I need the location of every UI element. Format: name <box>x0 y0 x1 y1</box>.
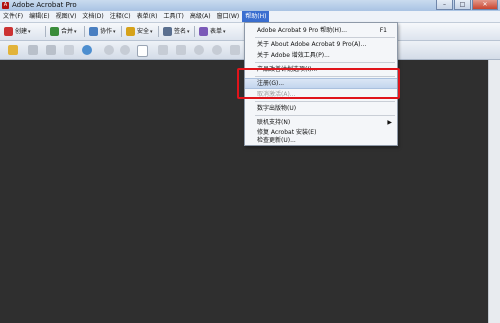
vertical-scrollbar[interactable] <box>488 60 500 323</box>
menu-item-label: 关于 Adobe 增效工具(P)... <box>257 52 330 59</box>
create-pdf-icon <box>4 27 13 36</box>
minimize-button[interactable]: – <box>436 0 453 10</box>
dropdown-arrow-icon: ▾ <box>223 28 226 35</box>
toolbar-divider <box>121 26 122 37</box>
menu-advanced[interactable]: 高级(A) <box>187 11 214 22</box>
email-icon[interactable] <box>64 45 74 55</box>
zoom-out-icon[interactable] <box>194 45 204 55</box>
shortcut-label: F1 <box>379 27 387 34</box>
menu-view[interactable]: 视图(V) <box>53 11 80 22</box>
toolbar-divider <box>84 26 85 37</box>
form-icon <box>199 27 208 36</box>
forms-button[interactable]: 表单 ▾ <box>199 26 226 37</box>
menu-item-acrobat-help[interactable]: Adobe Acrobat 9 Pro 帮助(H)... F1 <box>245 25 397 36</box>
menu-file[interactable]: 文件(F) <box>0 11 26 22</box>
dropdown-arrow-icon: ▾ <box>150 28 153 35</box>
window-title: Adobe Acrobat Pro <box>12 1 77 9</box>
zoom-in-icon[interactable] <box>212 45 222 55</box>
secure-label: 安全 <box>137 28 150 35</box>
close-button[interactable]: ✕ <box>472 0 498 10</box>
create-label: 创建 <box>15 28 28 35</box>
forms-label: 表单 <box>210 28 223 35</box>
menu-item-label: 数字出版物(U) <box>257 105 297 112</box>
collaborate-label: 协作 <box>100 28 113 35</box>
menu-item-label: 检查更新(U)... <box>257 137 296 144</box>
collaborate-icon <box>89 27 98 36</box>
print-icon[interactable] <box>28 45 38 55</box>
select-tool-icon[interactable] <box>158 45 168 55</box>
globe-icon[interactable] <box>82 45 92 55</box>
menu-separator <box>255 115 395 116</box>
fit-page-icon[interactable] <box>230 45 240 55</box>
secure-button[interactable]: 安全 ▾ <box>126 26 153 37</box>
create-button[interactable]: 创建 ▾ <box>4 26 31 37</box>
page-number-field[interactable] <box>137 45 148 57</box>
dropdown-arrow-icon: ▾ <box>74 28 77 35</box>
menu-tools[interactable]: 工具(T) <box>160 11 186 22</box>
combine-icon <box>50 27 59 36</box>
acrobat-window: A Adobe Acrobat Pro – □ ✕ 文件(F) 编辑(E) 视图… <box>0 0 500 323</box>
next-page-icon[interactable] <box>120 45 130 55</box>
toolbar-divider <box>45 26 46 37</box>
menu-help[interactable]: 帮助(H) <box>242 11 270 22</box>
menu-separator <box>255 101 395 102</box>
dropdown-arrow-icon: ▾ <box>28 28 31 35</box>
combine-label: 合并 <box>61 28 74 35</box>
dropdown-arrow-icon: ▾ <box>187 28 190 35</box>
acrobat-logo-icon: A <box>2 2 9 9</box>
hand-tool-icon[interactable] <box>176 45 186 55</box>
menu-edit[interactable]: 编辑(E) <box>26 11 52 22</box>
menu-item-digital-editions[interactable]: 数字出版物(U) <box>245 103 397 114</box>
pen-icon <box>163 27 172 36</box>
menu-item-about-plugins[interactable]: 关于 Adobe 增效工具(P)... <box>245 50 397 61</box>
menu-window[interactable]: 窗口(W) <box>214 11 243 22</box>
combine-button[interactable]: 合并 ▾ <box>50 26 77 37</box>
toolbar-divider <box>158 26 159 37</box>
window-controls: – □ ✕ <box>435 0 498 10</box>
toolbar-divider <box>194 26 195 37</box>
lock-icon <box>126 27 135 36</box>
menu-comments[interactable]: 注释(C) <box>107 11 134 22</box>
dropdown-arrow-icon: ▾ <box>113 28 116 35</box>
menu-document[interactable]: 文档(D) <box>79 11 106 22</box>
menu-separator <box>255 37 395 38</box>
save-icon[interactable] <box>46 45 56 55</box>
menu-item-label: 关于 About Adobe Acrobat 9 Pro(A)... <box>257 41 367 48</box>
menu-separator <box>255 62 395 63</box>
previous-page-icon[interactable] <box>104 45 114 55</box>
sign-label: 签名 <box>174 28 187 35</box>
open-folder-icon[interactable] <box>8 45 18 55</box>
sign-button[interactable]: 签名 ▾ <box>163 26 190 37</box>
collaborate-button[interactable]: 协作 ▾ <box>89 26 116 37</box>
maximize-button[interactable]: □ <box>454 0 471 10</box>
menu-item-about-acrobat[interactable]: 关于 About Adobe Acrobat 9 Pro(A)... <box>245 39 397 50</box>
menu-forms[interactable]: 表单(R) <box>134 11 161 22</box>
menu-item-label: Adobe Acrobat 9 Pro 帮助(H)... <box>257 27 348 34</box>
highlight-annotation-box <box>237 68 400 99</box>
menu-item-check-updates[interactable]: 检查更新(U)... <box>245 136 397 145</box>
